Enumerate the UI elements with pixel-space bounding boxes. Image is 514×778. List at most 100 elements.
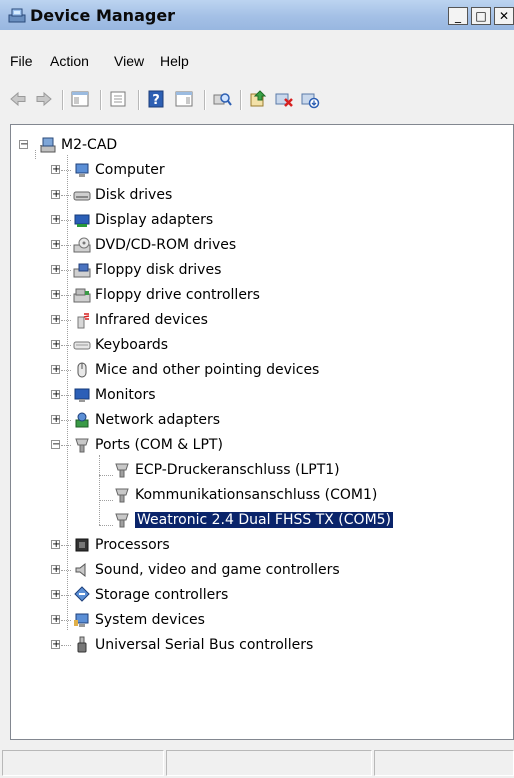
- expand-toggle[interactable]: +: [51, 415, 60, 425]
- tree-item-computer[interactable]: + Computer: [11, 160, 491, 180]
- ports-icon: [75, 438, 89, 453]
- expand-toggle[interactable]: +: [51, 565, 60, 575]
- status-pane: [2, 750, 164, 776]
- disk-drive-icon: [73, 191, 91, 201]
- close-button[interactable]: ✕: [494, 7, 514, 25]
- network-adapter-icon: [75, 412, 89, 428]
- toolbar-separator: [62, 90, 64, 110]
- tree-item-dvd-cd-rom-drives[interactable]: + DVD/CD-ROM drives: [11, 235, 491, 255]
- tree-item-display-adapters[interactable]: + Display adapters: [11, 210, 491, 230]
- show-hide-action-pane-icon[interactable]: [174, 89, 194, 109]
- tree-connector: [61, 445, 71, 446]
- expand-toggle[interactable]: +: [51, 240, 60, 250]
- sound-icon: [75, 562, 86, 578]
- tree-connector: [61, 245, 71, 246]
- device-tree-pane[interactable]: − M2-CAD + Computer + Disk drives + Display a…: [10, 124, 514, 740]
- disable-icon[interactable]: [300, 89, 320, 109]
- device-manager-window: Device Manager _ □ ✕ File Action View He…: [0, 0, 514, 778]
- status-pane: [166, 750, 372, 776]
- back-icon[interactable]: [8, 89, 28, 109]
- collapse-toggle[interactable]: −: [51, 440, 60, 450]
- tree-root[interactable]: − M2-CAD: [11, 135, 211, 155]
- collapse-toggle[interactable]: −: [19, 140, 28, 150]
- menu-file[interactable]: File: [10, 53, 33, 69]
- toolbar-separator: [100, 90, 102, 110]
- status-bar: [0, 748, 514, 778]
- maximize-button[interactable]: □: [471, 7, 491, 25]
- tree-item-weatronic-port[interactable]: Weatronic 2.4 Dual FHSS TX (COM5): [11, 510, 491, 530]
- tree-item-label: DVD/CD-ROM drives: [95, 237, 237, 253]
- usb-icon: [77, 636, 87, 653]
- tree-item-system-devices[interactable]: + System devices: [11, 610, 491, 630]
- tree-item-label: Kommunikationsanschluss (COM1): [135, 487, 378, 503]
- tree-item-label: Disk drives: [95, 187, 173, 203]
- tree-item-infrared-devices[interactable]: + Infrared devices: [11, 310, 491, 330]
- tree-connector: [61, 620, 71, 621]
- infrared-icon: [77, 313, 90, 329]
- expand-toggle[interactable]: +: [51, 540, 60, 550]
- properties-icon[interactable]: [108, 89, 128, 109]
- expand-toggle[interactable]: +: [51, 215, 60, 225]
- menu-view[interactable]: View: [114, 53, 144, 69]
- forward-icon[interactable]: [34, 89, 54, 109]
- tree-item-mice-and-other-pointing-devices[interactable]: + Mice and other pointing devices: [11, 360, 491, 380]
- floppy-controller-icon: [73, 288, 91, 303]
- expand-toggle[interactable]: +: [51, 190, 60, 200]
- expand-toggle[interactable]: +: [51, 590, 60, 600]
- expand-toggle[interactable]: +: [51, 290, 60, 300]
- computer-icon: [75, 163, 89, 177]
- tree-item-label: Keyboards: [95, 337, 169, 353]
- expand-toggle[interactable]: +: [51, 340, 60, 350]
- tree-item-network-adapters[interactable]: + Network adapters: [11, 410, 491, 430]
- expand-toggle[interactable]: +: [51, 640, 60, 650]
- tree-connector: [61, 295, 71, 296]
- port-icon: [115, 513, 129, 528]
- title-bar[interactable]: Device Manager _ □ ✕: [0, 0, 514, 30]
- tree-item-label: Floppy drive controllers: [95, 287, 260, 303]
- expand-toggle[interactable]: +: [51, 265, 60, 275]
- tree-item-disk-drives[interactable]: + Disk drives: [11, 185, 491, 205]
- tree-item-storage-controllers[interactable]: + Storage controllers: [11, 585, 491, 605]
- update-driver-icon[interactable]: [248, 89, 268, 109]
- expand-toggle[interactable]: +: [51, 165, 60, 175]
- show-hide-console-tree-icon[interactable]: [70, 89, 90, 109]
- tree-item-communications-port[interactable]: Kommunikationsanschluss (COM1): [11, 485, 491, 505]
- minimize-button[interactable]: _: [448, 7, 468, 25]
- tree-item-label: System devices: [95, 612, 205, 628]
- tree-item-ports-com-lpt[interactable]: − Ports (COM & LPT): [11, 435, 491, 455]
- tree-connector: [61, 195, 71, 196]
- tree-item-universal-serial-bus-controllers[interactable]: + Universal Serial Bus controllers: [11, 635, 491, 655]
- tree-item-floppy-disk-drives[interactable]: + Floppy disk drives: [11, 260, 491, 280]
- toolbar: ?: [0, 84, 514, 114]
- tree-connector: [61, 270, 71, 271]
- selected-item-label: Weatronic 2.4 Dual FHSS TX (COM5): [133, 511, 395, 529]
- status-pane: [374, 750, 514, 776]
- tree-connector: [61, 570, 71, 571]
- scan-hardware-icon[interactable]: [212, 89, 232, 109]
- tree-item-keyboards[interactable]: + Keyboards: [11, 335, 491, 355]
- tree-connector: [61, 320, 71, 321]
- help-icon[interactable]: ?: [146, 89, 166, 109]
- tree-item-sound-video-and-game-controllers[interactable]: + Sound, video and game controllers: [11, 560, 491, 580]
- expand-toggle[interactable]: +: [51, 615, 60, 625]
- tree-item-ecp-printer-port[interactable]: ECP-Druckeranschluss (LPT1): [11, 460, 491, 480]
- tree-connector: [61, 220, 71, 221]
- tree-item-label: Floppy disk drives: [95, 262, 222, 278]
- toolbar-separator: [204, 90, 206, 110]
- tree-item-processors[interactable]: + Processors: [11, 535, 491, 555]
- expand-toggle[interactable]: +: [51, 390, 60, 400]
- expand-toggle[interactable]: +: [51, 315, 60, 325]
- tree-item-label: Infrared devices: [95, 312, 208, 328]
- device-manager-icon: [8, 8, 26, 23]
- tree-item-floppy-drive-controllers[interactable]: + Floppy drive controllers: [11, 285, 491, 305]
- tree-connector: [61, 170, 71, 171]
- tree-item-label: Display adapters: [95, 212, 214, 228]
- uninstall-icon[interactable]: [274, 89, 294, 109]
- toolbar-separator: [138, 90, 140, 110]
- menu-help[interactable]: Help: [160, 53, 189, 69]
- tree-item-monitors[interactable]: + Monitors: [11, 385, 491, 405]
- floppy-drive-icon: [73, 263, 91, 278]
- tree-item-label: Processors: [95, 537, 170, 553]
- expand-toggle[interactable]: +: [51, 365, 60, 375]
- menu-action[interactable]: Action: [50, 53, 89, 69]
